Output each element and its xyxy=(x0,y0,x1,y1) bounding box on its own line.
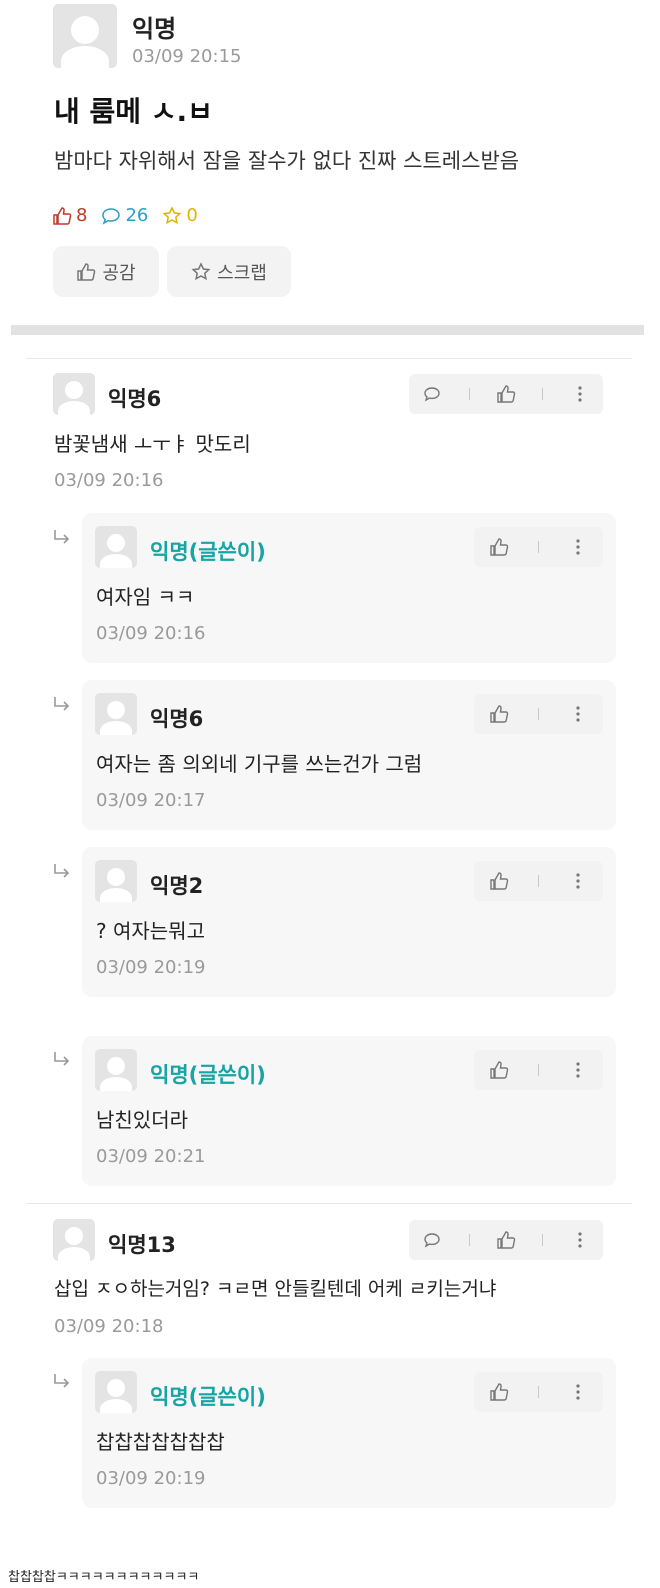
reply-text: ? 여자는뭐고 xyxy=(96,919,205,943)
thumbs-up-icon[interactable] xyxy=(496,1230,516,1250)
reply-card: 익명2 ? 여자는뭐고 03/09 20:19 xyxy=(82,847,616,997)
post-title: 내 룸메 ㅅ.ㅂ xyxy=(54,95,213,128)
more-options-icon[interactable] xyxy=(568,537,588,557)
thumbs-up-icon[interactable] xyxy=(489,704,509,724)
reply-author: 익명2 xyxy=(150,874,204,898)
reply-arrow-icon xyxy=(54,1052,70,1066)
star-icon xyxy=(191,261,211,280)
comment-author: 익명13 xyxy=(108,1233,176,1257)
scrap-button[interactable]: 스크랩 xyxy=(167,246,291,297)
reply-actions xyxy=(474,527,603,567)
like-count: 8 xyxy=(52,205,87,226)
reply-actions xyxy=(474,694,603,734)
more-options-icon[interactable] xyxy=(570,384,590,404)
reply-arrow-icon xyxy=(54,864,70,878)
reply-timestamp: 03/09 20:19 xyxy=(96,1468,206,1489)
reply-timestamp: 03/09 20:21 xyxy=(96,1146,206,1167)
reply-text: 찹찹찹찹찹찹찹 xyxy=(96,1430,225,1454)
reply-author: 익명(글쓴이) xyxy=(150,1385,266,1409)
more-options-icon[interactable] xyxy=(570,1230,590,1250)
comment-text: 밤꽃냄새 ㅗㅜㅑ 맛도리 xyxy=(54,432,251,456)
reply-card: 익명(글쓴이) 찹찹찹찹찹찹찹 03/09 20:19 xyxy=(82,1358,616,1508)
reply-actions xyxy=(474,1050,603,1090)
comment-count: 26 xyxy=(101,205,148,226)
reply-timestamp: 03/09 20:17 xyxy=(96,790,206,811)
reply-card: 익명(글쓴이) 남친있더라 03/09 20:21 xyxy=(82,1036,616,1186)
divider-line xyxy=(26,358,632,359)
reply-timestamp: 03/09 20:19 xyxy=(96,957,206,978)
more-options-icon[interactable] xyxy=(568,704,588,724)
post-author: 익명 xyxy=(132,15,177,43)
thumbs-up-icon xyxy=(53,206,72,225)
reply-text: 여자임 ㅋㅋ xyxy=(96,585,195,609)
footer-text: 찹찹찹찹ㅋㅋㅋㅋㅋㅋㅋㅋㅋㅋㅋㅋ xyxy=(8,1570,200,1585)
reply-avatar xyxy=(95,1049,137,1091)
more-options-icon[interactable] xyxy=(568,871,588,891)
comment-text: 삽입 ㅈㅇ하는거임? ㅋㄹ면 안들킬텐데 어케 ㄹ키는거냐 xyxy=(54,1278,497,1300)
comment-timestamp: 03/09 20:18 xyxy=(54,1316,164,1337)
comment-timestamp: 03/09 20:16 xyxy=(54,470,164,491)
reply-timestamp: 03/09 20:16 xyxy=(96,623,206,644)
more-options-icon[interactable] xyxy=(568,1382,588,1402)
section-divider xyxy=(11,325,644,335)
reply-avatar xyxy=(95,1371,137,1413)
reply-arrow-icon xyxy=(54,1374,70,1388)
speech-bubble-icon xyxy=(102,207,121,225)
post-avatar xyxy=(53,4,117,68)
comment-actions xyxy=(409,1220,603,1260)
thumbs-up-icon[interactable] xyxy=(489,537,509,557)
reply-text: 남친있더라 xyxy=(96,1108,188,1132)
thumbs-up-icon[interactable] xyxy=(489,871,509,891)
reply-text: 여자는 좀 의외네 기구를 쓰는건가 그럼 xyxy=(96,752,423,776)
reply-card: 익명6 여자는 좀 의외네 기구를 쓰는건가 그럼 03/09 20:17 xyxy=(82,680,616,830)
reply-avatar xyxy=(95,526,137,568)
reply-author: 익명(글쓴이) xyxy=(150,540,266,564)
comment-author: 익명6 xyxy=(108,387,162,411)
reply-actions xyxy=(474,1372,603,1412)
thumbs-up-icon[interactable] xyxy=(496,384,516,404)
comment-actions xyxy=(409,374,603,414)
comment-avatar xyxy=(53,1219,95,1261)
post-timestamp: 03/09 20:15 xyxy=(132,46,242,67)
reply-avatar xyxy=(95,693,137,735)
thumbs-up-icon[interactable] xyxy=(489,1060,509,1080)
reply-icon[interactable] xyxy=(422,384,442,404)
post-body: 밤마다 자위해서 잠을 잘수가 없다 진짜 스트레스받음 xyxy=(54,149,520,173)
reply-arrow-icon xyxy=(54,530,70,544)
post-stats: 8 26 0 xyxy=(52,205,198,226)
reply-avatar xyxy=(95,860,137,902)
more-options-icon[interactable] xyxy=(568,1060,588,1080)
star-icon xyxy=(162,205,182,224)
comment-avatar xyxy=(53,373,95,415)
reply-card: 익명(글쓴이) 여자임 ㅋㅋ 03/09 20:16 xyxy=(82,513,616,663)
reply-icon[interactable] xyxy=(422,1230,442,1250)
thumbs-up-icon[interactable] xyxy=(489,1382,509,1402)
like-button[interactable]: 공감 xyxy=(53,246,159,297)
divider-line xyxy=(26,1203,632,1204)
scrap-count: 0 xyxy=(162,205,198,226)
reply-author: 익명(글쓴이) xyxy=(150,1063,266,1087)
thumbs-up-icon xyxy=(77,262,96,281)
reply-actions xyxy=(474,861,603,901)
reply-arrow-icon xyxy=(54,697,70,711)
reply-author: 익명6 xyxy=(150,707,204,731)
